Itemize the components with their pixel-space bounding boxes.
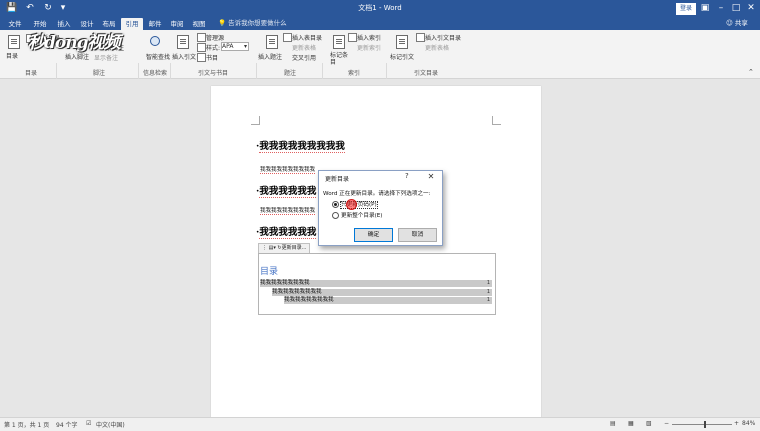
window-title: 文档1 - Word — [358, 4, 402, 12]
heading-2[interactable]: ·我我我我我我 — [256, 183, 317, 198]
maximize-icon[interactable]: □ — [729, 1, 743, 15]
dialog-close-icon[interactable]: ✕ — [425, 171, 437, 182]
insert-index-icon[interactable] — [348, 33, 357, 42]
group-label-citations: 引文与书目 — [197, 70, 228, 77]
table-of-figures-icon[interactable] — [283, 33, 292, 42]
insert-table-of-figures-button[interactable]: 插入表目录 — [292, 33, 322, 42]
insert-citation-button[interactable]: 插入引文 — [172, 52, 196, 61]
status-bar: 第 1 页，共 1 页 94 个字 ☑ 中文(中国) ▤ ▦ ▧ − + 84% — [0, 417, 760, 431]
title-bar: 💾 ↶ ↻ ▾ 文档1 - Word 登录 ▣ – □ ✕ — [0, 0, 760, 16]
tell-me-text: 告诉我你想要做什么 — [228, 19, 287, 27]
toc-handle-icon: ⋮ — [262, 245, 267, 251]
body-text-1[interactable]: 我我我我我我我我我我 — [260, 165, 316, 174]
share-button[interactable]: ☺ 共享 — [726, 17, 748, 29]
style-select[interactable]: APA ▾ — [221, 42, 249, 51]
margin-mark — [492, 116, 501, 125]
update-toc-tab-button[interactable]: 更新目录... — [282, 245, 307, 251]
read-mode-icon[interactable]: ▤ — [610, 420, 616, 427]
collapse-ribbon-icon[interactable]: ⌃ — [748, 68, 754, 76]
tell-me-box[interactable]: 💡 告诉我你想要做什么 — [218, 17, 287, 29]
close-icon[interactable]: ✕ — [744, 1, 758, 15]
insert-citation-icon[interactable] — [177, 35, 189, 49]
manage-sources-button[interactable]: 管理源 — [206, 33, 224, 42]
toc-button-label[interactable]: 目录 — [6, 51, 18, 60]
table-of-contents-icon[interactable] — [8, 35, 20, 49]
tab-mailings[interactable]: 邮件 — [145, 18, 165, 30]
dialog-message: Word 正在更新目录。请选择下列选项之一: — [323, 191, 431, 197]
word-count[interactable]: 94 个字 — [56, 420, 78, 429]
zoom-out-icon[interactable]: − — [664, 420, 669, 427]
mark-entry-button[interactable]: 标记条目 — [330, 52, 348, 66]
update-toc-dialog: 更新目录 ? ✕ Word 正在更新目录。请选择下列选项之一: 只更新页码(P)… — [318, 170, 443, 246]
toc-entry-level3[interactable]: 我我我我我我我我我 1 — [284, 297, 492, 304]
insert-footnote-button[interactable]: 插入脚注 — [65, 52, 89, 61]
tab-file[interactable]: 文件 — [6, 18, 24, 30]
group-label-research: 信息检索 — [142, 70, 167, 77]
toc-entry-level1[interactable]: 我我我我我我我我我 1 — [260, 280, 492, 287]
login-button[interactable]: 登录 — [676, 3, 696, 15]
style-value: APA — [222, 43, 234, 50]
bibliography-icon[interactable] — [197, 53, 206, 62]
update-authorities-button[interactable]: 更新表格 — [425, 43, 449, 52]
toc-menu-icon[interactable]: ▤▾ — [269, 245, 276, 251]
toc-control-tab[interactable]: ⋮ ▤▾ ↻更新目录... — [258, 243, 311, 253]
table-of-authorities-icon[interactable] — [416, 33, 425, 42]
print-layout-icon[interactable]: ▦ — [628, 420, 634, 427]
dialog-title: 更新目录 — [325, 176, 350, 183]
page-count[interactable]: 第 1 页，共 1 页 — [4, 420, 49, 429]
insert-caption-icon[interactable] — [266, 35, 278, 49]
smart-lookup-button[interactable]: 智能查找 — [146, 52, 170, 61]
tab-view[interactable]: 视图 — [189, 18, 209, 30]
tab-references[interactable]: 引用 — [121, 18, 143, 30]
style-icon — [197, 43, 206, 52]
insert-index-button[interactable]: 插入索引 — [357, 33, 381, 42]
group-label-footnotes: 脚注 — [92, 70, 105, 77]
mark-entry-icon[interactable] — [333, 35, 345, 49]
zoom-slider[interactable] — [672, 424, 732, 425]
insert-table-of-authorities-button[interactable]: 插入引文目录 — [425, 33, 461, 42]
ribbon-display-icon[interactable]: ▣ — [698, 1, 712, 15]
radio-update-entire-table[interactable]: 更新整个目录(E) — [332, 211, 382, 219]
radio-button-checked[interactable] — [332, 201, 339, 208]
tab-review[interactable]: 审阅 — [167, 18, 187, 30]
person-icon: ☺ — [726, 19, 733, 27]
mark-citation-button[interactable]: 标记引文 — [390, 52, 414, 61]
chevron-down-icon: ▾ — [243, 43, 247, 50]
radio-button-unchecked[interactable] — [332, 212, 339, 219]
heading-3[interactable]: ·我我我我我我 — [256, 224, 317, 239]
smart-lookup-icon[interactable] — [150, 36, 160, 46]
margin-mark — [251, 116, 260, 125]
manage-sources-icon[interactable] — [197, 33, 206, 42]
proofing-icon[interactable]: ☑ — [86, 420, 91, 427]
cancel-button[interactable]: 取消 — [398, 228, 437, 242]
style-label: 样式: — [206, 45, 221, 52]
group-label-captions: 题注 — [283, 70, 296, 77]
toc-title: 目录 — [260, 267, 279, 277]
share-label: 共享 — [734, 19, 748, 27]
zoom-in-icon[interactable]: + — [734, 420, 739, 427]
group-label-toc: 目录 — [24, 70, 37, 77]
cross-reference-button[interactable]: 交叉引用 — [292, 53, 316, 62]
update-figures-button[interactable]: 更新表格 — [292, 43, 316, 52]
show-notes-button[interactable]: 显示备注 — [94, 53, 118, 62]
lightbulb-icon: 💡 — [218, 19, 227, 27]
minimize-icon[interactable]: – — [714, 1, 728, 15]
group-label-index: 索引 — [347, 70, 360, 77]
toc-entry-level2[interactable]: 我我我我我我我我我 1 — [272, 289, 492, 296]
watermark-logo: 秒dong视频 — [28, 33, 120, 53]
zoom-slider-thumb[interactable] — [704, 421, 706, 428]
web-layout-icon[interactable]: ▧ — [646, 420, 652, 427]
heading-1[interactable]: ·我我我我我我我我我 — [256, 138, 345, 153]
bibliography-button[interactable]: 书目 — [206, 53, 218, 62]
group-label-authorities: 引文目录 — [413, 70, 438, 77]
ok-button[interactable]: 确定 — [354, 228, 393, 242]
language[interactable]: 中文(中国) — [96, 420, 125, 429]
mouse-cursor-highlight — [346, 199, 357, 210]
help-button[interactable]: ? — [405, 172, 409, 180]
mark-citation-icon[interactable] — [396, 35, 408, 49]
insert-caption-button[interactable]: 插入题注 — [258, 52, 282, 61]
body-text-2[interactable]: 我我我我我我我我我我 — [260, 206, 316, 215]
update-index-button[interactable]: 更新索引 — [357, 43, 381, 52]
zoom-level[interactable]: 84% — [742, 420, 755, 427]
